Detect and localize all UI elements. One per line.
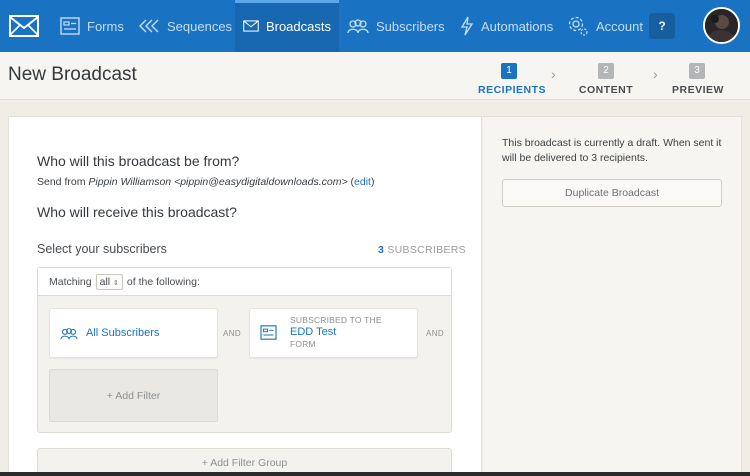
select-subscribers-label: Select your subscribers — [37, 242, 167, 256]
sender-email: <pippin@easydigitaldownloads.com> — [174, 176, 348, 188]
and-label: AND — [223, 329, 242, 338]
nav-sequences-label: Sequences — [167, 18, 233, 34]
send-from-line: Send from Pippin Williamson <pippin@easy… — [37, 176, 374, 188]
broadcast-header: New Broadcast 1 RECIPIENTS › 2 CONTENT ›… — [0, 52, 750, 100]
help-button[interactable]: ? — [649, 13, 675, 39]
lightning-icon — [460, 16, 474, 36]
sender-name: Pippin Williamson — [88, 176, 172, 188]
filter-all-subscribers[interactable]: All Subscribers — [49, 308, 218, 358]
avatar[interactable] — [703, 7, 740, 44]
matching-select-value: all — [99, 275, 111, 288]
nav-forms[interactable]: Forms — [60, 0, 124, 52]
gear-icon — [568, 16, 588, 36]
nav-subscribers[interactable]: Subscribers — [347, 0, 445, 52]
page-title: New Broadcast — [8, 64, 137, 85]
subscriber-count-number: 3 — [378, 244, 385, 256]
add-filter-button[interactable]: + Add Filter — [49, 369, 218, 422]
duplicate-broadcast-button[interactable]: Duplicate Broadcast — [502, 179, 722, 207]
chevron-right-icon: › — [551, 66, 556, 82]
step-label: PREVIEW — [672, 84, 724, 96]
chevron-right-icon: › — [653, 66, 658, 82]
select-arrows-icon: ⇕ — [113, 279, 119, 287]
step-recipients[interactable]: 1 RECIPIENTS — [478, 60, 547, 96]
filter-group: Matching all ⇕ of the following: All Sub… — [37, 267, 452, 433]
window-bottom-edge — [0, 472, 750, 476]
subscribers-icon — [347, 19, 369, 34]
step-number: 3 — [689, 63, 705, 79]
and-label: AND — [426, 329, 445, 338]
nav-forms-label: Forms — [87, 18, 124, 34]
nav-automations[interactable]: Automations — [460, 0, 553, 52]
nav-account[interactable]: Account — [567, 0, 643, 52]
receive-heading: Who will receive this broadcast? — [37, 204, 237, 220]
subscriber-count-label: SUBSCRIBERS — [387, 244, 466, 256]
edit-paren-close: ) — [370, 176, 375, 188]
filter-all-subscribers-label: All Subscribers — [86, 327, 160, 339]
matching-bar: Matching all ⇕ of the following: — [38, 268, 451, 296]
nav-broadcasts-label: Broadcasts — [265, 18, 331, 34]
from-heading: Who will this broadcast be from? — [37, 153, 240, 169]
matching-suffix: of the following: — [126, 275, 200, 288]
form-icon — [60, 17, 80, 35]
send-from-prefix: Send from — [37, 176, 86, 188]
recipients-panel: Who will this broadcast be from? Send fr… — [8, 116, 482, 476]
nav-automations-label: Automations — [481, 18, 554, 34]
nav-account-label: Account — [596, 18, 643, 34]
subscriber-count: 3 SUBSCRIBERS — [378, 244, 466, 256]
nav-subscribers-label: Subscribers — [376, 18, 445, 34]
step-number: 2 — [598, 63, 614, 79]
draft-note: This broadcast is currently a draft. Whe… — [502, 137, 722, 164]
nav-broadcasts[interactable]: Broadcasts — [235, 0, 339, 52]
broadcast-status-panel: This broadcast is currently a draft. Whe… — [483, 116, 742, 476]
filter-form-suffix: FORM — [290, 339, 316, 349]
edit-sender-link[interactable]: edit — [354, 176, 371, 188]
filter-form-edd-test[interactable]: SUBSCRIBED TO THE EDD Test FORM — [249, 308, 418, 358]
subscribers-icon — [60, 327, 78, 339]
logo-envelope-icon[interactable] — [0, 0, 48, 52]
step-content[interactable]: 2 CONTENT — [578, 60, 634, 96]
matching-prefix: Matching — [49, 275, 92, 288]
filter-form-prefix: SUBSCRIBED TO THE — [290, 315, 382, 325]
step-label: CONTENT — [578, 84, 634, 96]
step-preview[interactable]: 3 PREVIEW — [672, 60, 724, 96]
step-label: RECIPIENTS — [478, 84, 547, 96]
form-icon — [260, 325, 277, 340]
step-number: 1 — [501, 63, 517, 79]
nav-sequences[interactable]: Sequences — [138, 0, 232, 52]
filter-form-name: EDD Test — [290, 326, 337, 338]
matching-select[interactable]: all ⇕ — [95, 273, 123, 290]
broadcast-envelope-icon — [243, 20, 259, 32]
sequences-icon — [139, 19, 159, 33]
top-navigation: Forms Sequences Broadcasts Subscribers A… — [0, 0, 750, 52]
